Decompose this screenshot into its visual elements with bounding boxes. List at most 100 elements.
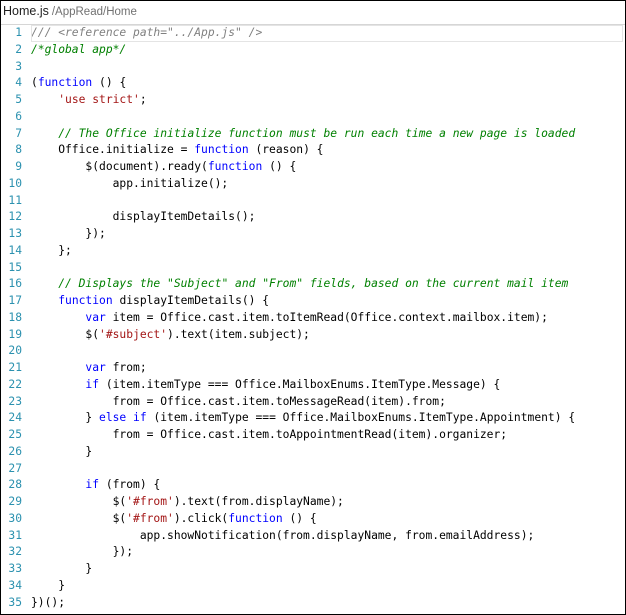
code-token: } bbox=[31, 444, 93, 458]
code-token: app.initialize(); bbox=[31, 176, 229, 190]
code-line[interactable]: 33 } bbox=[1, 561, 625, 578]
code-line[interactable]: 24 } else if (item.itemType === Office.M… bbox=[1, 410, 625, 427]
code-line[interactable]: 5 'use strict'; bbox=[1, 92, 625, 109]
keyword-token: function bbox=[194, 143, 249, 157]
line-code: Office.initialize = function (reason) { bbox=[31, 142, 623, 159]
line-code: // The Office initialize function must b… bbox=[31, 126, 623, 143]
code-line[interactable]: 35})(); bbox=[1, 595, 625, 612]
line-code: }); bbox=[31, 226, 623, 243]
line-number: 6 bbox=[15, 109, 22, 123]
code-line[interactable]: 18 var item = Office.cast.item.toItemRea… bbox=[1, 310, 625, 327]
keyword-token: if bbox=[85, 478, 100, 492]
code-token: ).text(item.subject); bbox=[167, 327, 310, 341]
code-token: (item.itemType === Office.MailboxEnums.I… bbox=[99, 377, 501, 391]
line-number: 7 bbox=[15, 126, 22, 140]
code-line[interactable]: 13 }); bbox=[1, 226, 625, 243]
line-code: if (from) { bbox=[31, 477, 623, 494]
line-number: 20 bbox=[8, 344, 22, 358]
code-line[interactable]: 19 $('#subject').text(item.subject); bbox=[1, 327, 625, 344]
line-number: 9 bbox=[15, 160, 22, 173]
code-line[interactable]: 27 bbox=[1, 461, 625, 478]
code-line[interactable]: 6 bbox=[1, 109, 625, 126]
code-area[interactable]: 1 /// <reference path="../App.js" /> 2 /*gl… bbox=[1, 24, 625, 611]
code-token: ).click( bbox=[173, 511, 229, 525]
line-number: 13 bbox=[8, 227, 22, 240]
code-line[interactable]: 23 from = Office.cast.item.toMessageRead… bbox=[1, 394, 625, 411]
code-token: } bbox=[31, 411, 100, 425]
code-token: from = Office.cast.item.toMessageRead(it… bbox=[31, 394, 446, 408]
tab-path: /AppRead/Home bbox=[51, 6, 137, 18]
code-line[interactable]: 17 function displayItemDetails() { bbox=[1, 293, 625, 310]
line-code: app.initialize(); bbox=[31, 176, 623, 193]
code-line[interactable]: 34 } bbox=[1, 578, 625, 595]
code-line[interactable]: 16 // Displays the "Subject" and "From" … bbox=[1, 276, 625, 293]
file-tab[interactable]: Home.js/AppRead/Home bbox=[3, 4, 137, 22]
line-number: 19 bbox=[8, 327, 22, 341]
code-line[interactable]: 1 /// <reference path="../App.js" /> bbox=[1, 25, 625, 42]
code-line[interactable]: 28 if (from) { bbox=[1, 477, 625, 494]
line-code: /// <reference path="../App.js" /> bbox=[31, 25, 623, 42]
code-line[interactable]: 12 displayItemDetails(); bbox=[1, 209, 625, 226]
keyword-token: var bbox=[85, 361, 106, 374]
code-line[interactable]: 11 bbox=[1, 193, 625, 210]
code-token: () { bbox=[92, 76, 127, 90]
code-line[interactable]: 3 bbox=[1, 59, 625, 76]
tab-filename: Home.js bbox=[3, 4, 49, 18]
line-code: })(); bbox=[31, 595, 623, 612]
string-token: 'use strict' bbox=[58, 93, 140, 106]
line-code: var from; bbox=[31, 360, 623, 377]
code-line[interactable]: 4 (function () { bbox=[1, 75, 625, 92]
line-number: 17 bbox=[8, 294, 22, 307]
code-line[interactable]: 31 app.showNotification(from.displayName… bbox=[1, 528, 625, 545]
code-line[interactable]: 10 app.initialize(); bbox=[1, 176, 625, 193]
code-line[interactable]: 22 if (item.itemType === Office.MailboxE… bbox=[1, 377, 625, 394]
line-number: 26 bbox=[8, 444, 22, 458]
code-token: item = Office.cast.item.toItemRead(Offic… bbox=[105, 310, 548, 324]
line-code: from = Office.cast.item.toAppointmentRea… bbox=[31, 427, 623, 444]
code-token: ( bbox=[31, 76, 38, 90]
line-number: 18 bbox=[8, 310, 22, 324]
line-code: } bbox=[31, 578, 623, 595]
line-code: } else if (item.itemType === Office.Mail… bbox=[31, 410, 623, 427]
code-token: $( bbox=[31, 327, 100, 341]
line-number: 16 bbox=[8, 277, 22, 291]
code-token: () { bbox=[282, 511, 317, 525]
code-line[interactable]: 15 bbox=[1, 260, 625, 277]
code-line[interactable]: 32 }); bbox=[1, 544, 625, 561]
code-token: displayItemDetails(); bbox=[31, 210, 256, 224]
code-line[interactable]: 9 $(document).ready(function () { bbox=[1, 159, 625, 176]
code-line[interactable]: 29 $('#from').text(from.displayName); bbox=[1, 494, 625, 511]
code-token: $( bbox=[31, 495, 127, 508]
code-line[interactable]: 8 Office.initialize = function (reason) … bbox=[1, 142, 625, 159]
line-number: 33 bbox=[8, 562, 22, 575]
line-number: 5 bbox=[15, 93, 22, 106]
code-token: }; bbox=[31, 243, 72, 257]
code-line[interactable]: 14 }; bbox=[1, 243, 625, 260]
line-code: $('#subject').text(item.subject); bbox=[31, 327, 623, 344]
code-line[interactable]: 25 from = Office.cast.item.toAppointment… bbox=[1, 427, 625, 444]
code-line[interactable]: 26 } bbox=[1, 444, 625, 461]
code-line[interactable]: 30 $('#from').click(function () { bbox=[1, 511, 625, 528]
line-code: from = Office.cast.item.toMessageRead(it… bbox=[31, 394, 623, 411]
code-token: () { bbox=[262, 160, 297, 173]
line-number: 28 bbox=[8, 478, 22, 492]
code-line[interactable]: 20 bbox=[1, 343, 625, 360]
code-line[interactable]: 21 var from; bbox=[1, 360, 625, 377]
code-token: }); bbox=[31, 545, 134, 559]
code-token: })(); bbox=[31, 595, 66, 609]
code-token: } bbox=[31, 562, 93, 575]
code-token: ).text(from.displayName); bbox=[173, 495, 344, 508]
line-number: 2 bbox=[15, 42, 22, 56]
comment-token: // Displays the "Subject" and "From" fie… bbox=[58, 277, 569, 291]
line-number: 30 bbox=[8, 511, 22, 525]
code-line[interactable]: 7 // The Office initialize function must… bbox=[1, 126, 625, 143]
line-number: 25 bbox=[8, 428, 22, 441]
code-line[interactable]: 2 /*global app*/ bbox=[1, 42, 625, 59]
